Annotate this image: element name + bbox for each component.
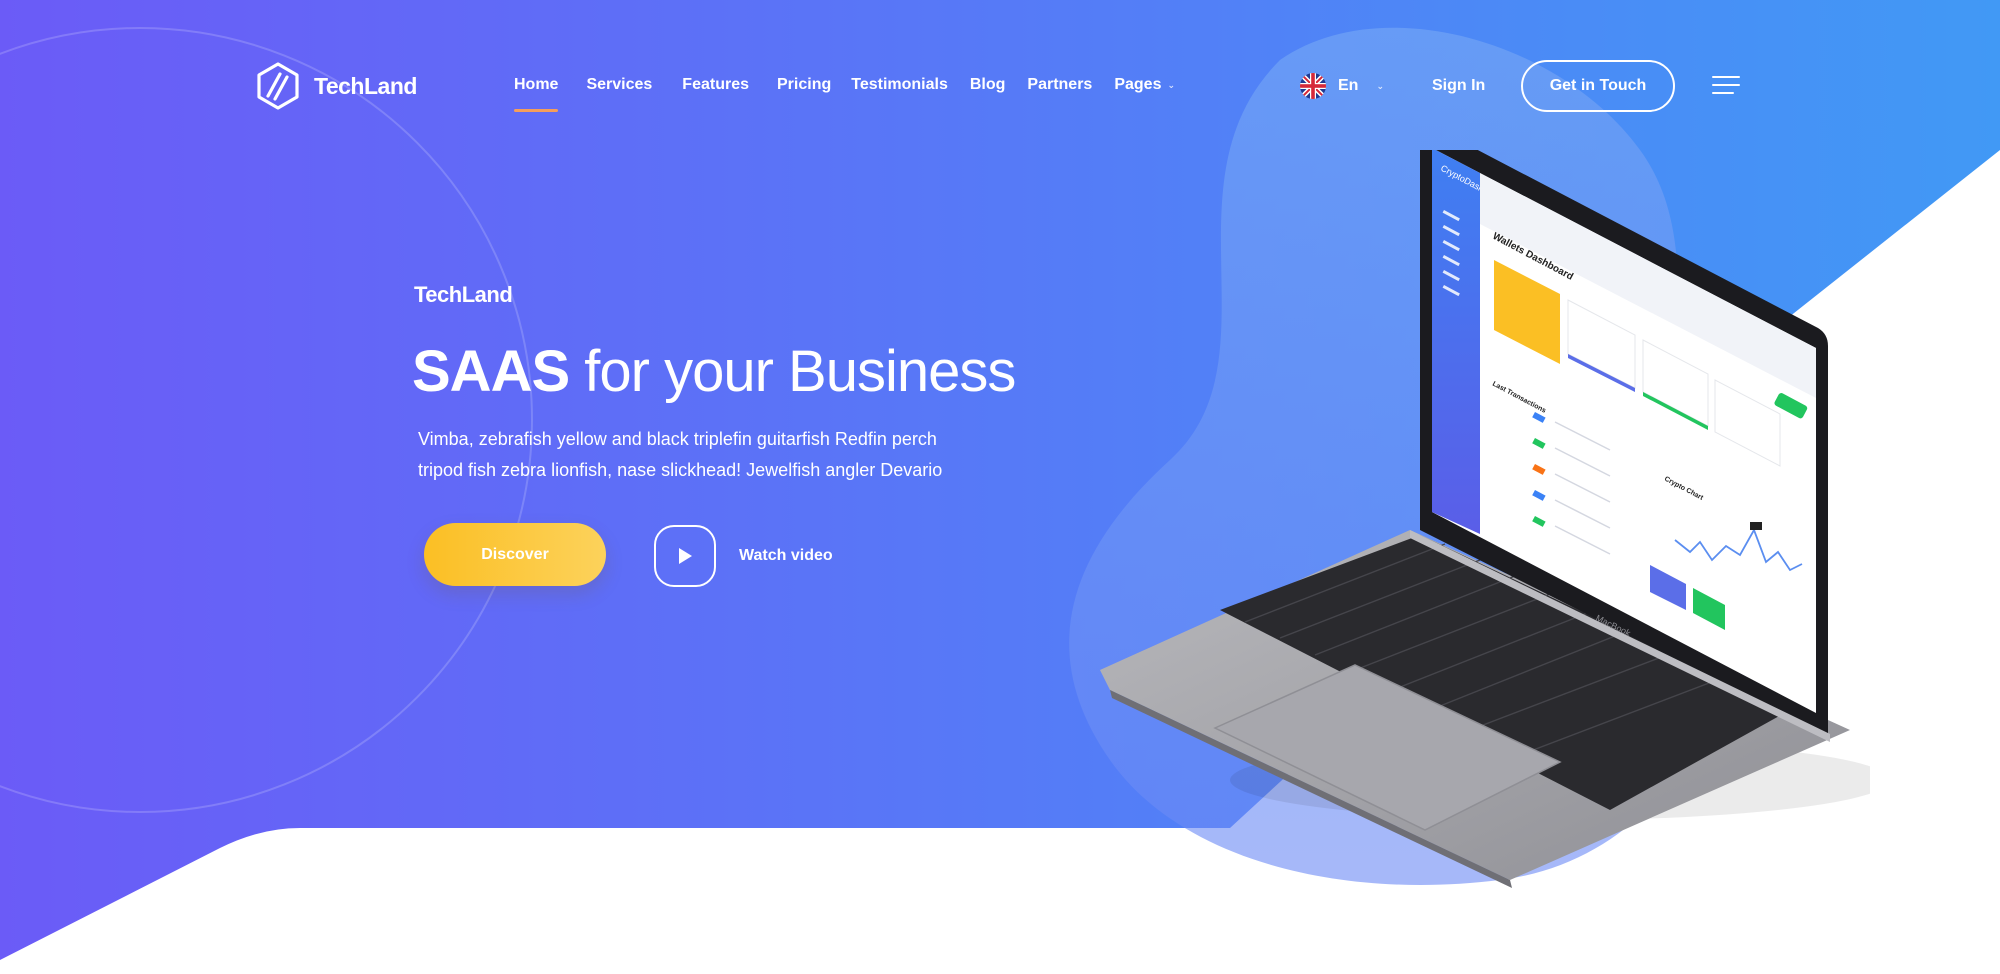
play-video-button[interactable] xyxy=(654,525,716,587)
nav-item-services[interactable]: Services xyxy=(586,76,652,94)
chevron-down-icon: ⌄ xyxy=(1167,79,1176,90)
nav-item-partners[interactable]: Partners xyxy=(1027,76,1092,94)
uk-flag-icon xyxy=(1300,73,1326,99)
sign-in-link[interactable]: Sign In xyxy=(1432,77,1485,95)
chevron-down-icon: ⌄ xyxy=(1376,80,1384,91)
nav-item-pages[interactable]: Pages ⌄ xyxy=(1114,76,1175,94)
discover-button[interactable]: Discover xyxy=(424,523,606,586)
brand-logo[interactable]: TechLand xyxy=(256,62,417,110)
brand-name: TechLand xyxy=(314,72,417,99)
nav-item-features[interactable]: Features xyxy=(682,76,749,94)
hero-description: Vimba, zebrafish yellow and black triple… xyxy=(418,429,943,480)
get-in-touch-button[interactable]: Get in Touch xyxy=(1521,60,1675,112)
main-nav: Home Services Features Pricing Testimoni… xyxy=(514,76,1175,112)
watch-video-link[interactable]: Watch video xyxy=(739,547,833,565)
nav-item-pricing[interactable]: Pricing xyxy=(777,76,831,94)
nav-item-blog[interactable]: Blog xyxy=(970,76,1006,94)
hero-headline-strong: SAAS xyxy=(412,339,570,404)
nav-item-pages-label: Pages xyxy=(1114,76,1162,93)
hero-headline: SAAS for your Business xyxy=(412,338,1016,405)
language-selector[interactable]: En ⌄ xyxy=(1300,73,1384,99)
hamburger-icon[interactable] xyxy=(1712,76,1740,94)
language-label: En xyxy=(1338,77,1359,94)
laptop-illustration: CryptoDash Wallets Dashboard Last Transa… xyxy=(1100,150,1870,888)
hero-eyebrow: TechLand xyxy=(414,282,513,307)
nav-item-home[interactable]: Home xyxy=(514,76,559,112)
logo-icon xyxy=(257,62,299,110)
play-icon xyxy=(679,548,692,564)
nav-item-testimonials[interactable]: Testimonials xyxy=(851,76,948,94)
hero-headline-light: for your Business xyxy=(584,339,1016,404)
